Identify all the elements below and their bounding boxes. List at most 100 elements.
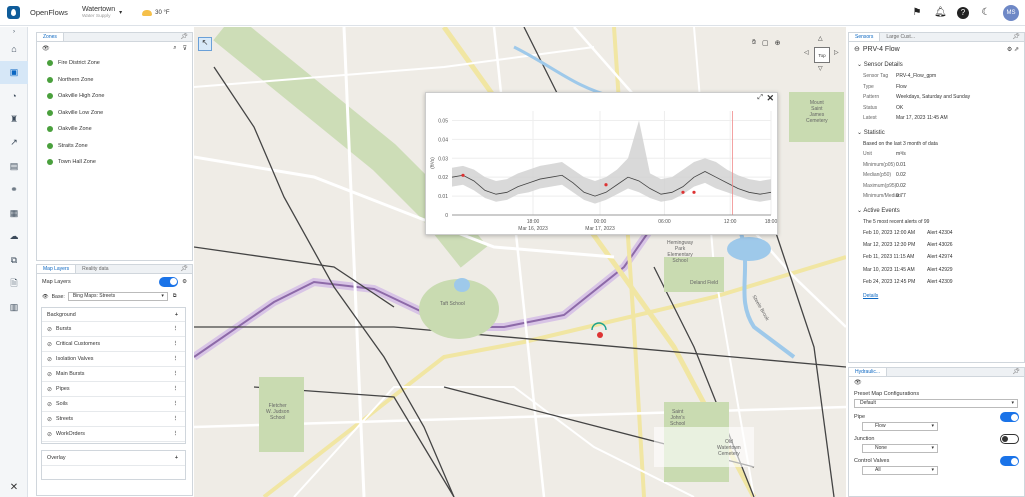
event-row[interactable]: Mar 12, 2023 12:30 PM Alert 43026 <box>849 239 1024 251</box>
tab-zones[interactable]: Zones <box>37 33 64 41</box>
back-icon[interactable]: ⊖ <box>854 45 860 53</box>
layer-visibility-icon[interactable]: ⊘ <box>47 416 52 423</box>
layer-row[interactable]: ⊘ Main Bursts ⋮ <box>42 367 185 382</box>
view-cube-top[interactable]: Top <box>814 47 830 63</box>
pin-icon[interactable]: 📌︎ <box>180 265 188 272</box>
view-up-icon[interactable]: △ <box>818 35 823 42</box>
layer-row[interactable]: ⊘ Bursts ⋮ <box>42 322 185 337</box>
map-icon[interactable]: ▣ <box>0 60 28 84</box>
flag-icon[interactable]: ⚑ <box>911 7 923 19</box>
help-icon[interactable]: ? <box>957 7 969 19</box>
hand-icon[interactable]: ✋︎ <box>752 39 756 47</box>
zone-item[interactable]: Town Hall Zone <box>37 154 192 171</box>
gauge-icon[interactable]: ◔ <box>0 84 28 108</box>
gear-icon[interactable]: ⚙ <box>182 279 187 285</box>
config-toggle[interactable] <box>1000 412 1019 422</box>
event-row[interactable]: Feb 24, 2023 12:45 PM Alert 42309 <box>849 276 1024 288</box>
alert-point[interactable] <box>604 183 608 187</box>
hydrant-icon[interactable]: ♜ <box>0 108 28 132</box>
config-select[interactable]: None <box>862 444 938 453</box>
eye-icon[interactable]: 👁︎ <box>42 294 49 300</box>
preset-select[interactable]: Default <box>854 399 1018 408</box>
base-select[interactable]: Bing Maps: Streets <box>67 292 168 301</box>
moon-icon[interactable]: ☾ <box>980 7 992 19</box>
zone-item[interactable]: Straits Zone <box>37 138 192 155</box>
visibility-icon[interactable]: 👁︎ <box>42 45 50 52</box>
zone-item[interactable]: Oakville Zone <box>37 121 192 138</box>
add-icon[interactable]: + <box>175 312 178 318</box>
trend-icon[interactable]: ↗ <box>0 131 28 155</box>
expand-icon[interactable]: ⤢ <box>757 94 763 102</box>
layer-visibility-icon[interactable]: ⊘ <box>47 341 52 348</box>
alert-point[interactable] <box>692 190 696 194</box>
layer-row[interactable]: ⊘ Soils ⋮ <box>42 397 185 412</box>
layer-row[interactable]: ⊘ Streets ⋮ <box>42 412 185 427</box>
layer-row[interactable]: ⊘ Isolation Valves ⋮ <box>42 352 185 367</box>
tools-icon[interactable]: ✕ <box>0 482 28 493</box>
zone-item[interactable]: Oakville Low Zone <box>37 105 192 122</box>
layer-row[interactable]: ⊘ WorkOrders ⋮ <box>42 427 185 442</box>
tab-sensors[interactable]: Sensors <box>849 33 881 41</box>
more-icon[interactable]: ⋮ <box>173 386 178 392</box>
more-icon[interactable]: ⋮ <box>173 341 178 347</box>
more-icon[interactable]: ⋮ <box>173 416 178 422</box>
layer-row[interactable]: ⊘ Critical Customers ⋮ <box>42 337 185 352</box>
view-down-icon[interactable]: ▽ <box>818 65 823 72</box>
network-icon[interactable]: ⚭ <box>0 178 28 202</box>
close-icon[interactable]: ✕ <box>766 93 774 104</box>
view-right-icon[interactable]: ▷ <box>834 49 839 56</box>
grid-icon[interactable]: ▦ <box>0 202 28 226</box>
event-row[interactable]: Feb 11, 2023 11:15 AM Alert 42974 <box>849 251 1024 263</box>
event-row[interactable]: Mar 10, 2023 11:45 AM Alert 42929 <box>849 264 1024 276</box>
more-icon[interactable]: ⋮ <box>173 326 178 332</box>
view-cube[interactable]: Top △ ▽ ◁ ▷ <box>802 35 842 79</box>
avatar[interactable]: MS <box>1003 5 1019 21</box>
pin-icon[interactable]: 📌︎ <box>1012 368 1020 375</box>
more-icon[interactable]: ⋮ <box>173 431 178 437</box>
view-left-icon[interactable]: ◁ <box>804 49 809 56</box>
pin-icon[interactable]: 📌︎ <box>1012 33 1020 40</box>
tab-map-layers[interactable]: Map Layers <box>37 265 77 273</box>
tab-hydraulic[interactable]: Hydraulic... <box>849 368 888 376</box>
zone-item[interactable]: Fire District Zone <box>37 55 192 72</box>
config-select[interactable]: All <box>862 466 938 475</box>
scenario-icon[interactable]: ⧉ <box>0 249 28 273</box>
more-icon[interactable]: ⋮ <box>173 401 178 407</box>
alert-doc-icon[interactable]: 🗎︎ <box>0 272 28 296</box>
tab-large-customers[interactable]: Large Cust... <box>880 33 921 41</box>
details-heading[interactable]: ⌄ Sensor Details <box>849 59 1024 71</box>
search-icon[interactable]: ⌕ <box>173 45 176 52</box>
layer-visibility-icon[interactable]: ⊘ <box>47 401 52 408</box>
details-link[interactable]: Details <box>849 291 1024 302</box>
bell-icon[interactable]: 🔔︎ <box>934 7 947 19</box>
filter-icon[interactable]: ⊽ <box>183 45 187 52</box>
add-overlay-icon[interactable]: + <box>175 455 178 461</box>
more-icon[interactable]: ⋮ <box>173 356 178 362</box>
alert-point[interactable] <box>681 190 685 194</box>
expand-nav-icon[interactable]: › <box>0 27 28 37</box>
zone-item[interactable]: Northern Zone <box>37 72 192 89</box>
layer-visibility-icon[interactable]: ⊘ <box>47 356 52 363</box>
statistic-heading[interactable]: ⌄ Statistic <box>849 127 1024 139</box>
event-row[interactable]: Feb 10, 2023 12:00 AM Alert 42304 <box>849 227 1024 239</box>
square-select-icon[interactable]: ▢ <box>762 39 769 47</box>
home-icon[interactable]: ⌂ <box>0 37 28 61</box>
layer-visibility-icon[interactable]: ⊘ <box>47 386 52 393</box>
events-heading[interactable]: ⌄ Active Events <box>849 205 1024 217</box>
layer-visibility-icon[interactable]: ⊘ <box>47 371 52 378</box>
pin-icon[interactable]: 📌︎ <box>180 33 188 40</box>
config-toggle[interactable] <box>1000 456 1019 466</box>
config-toggle[interactable] <box>1000 434 1019 444</box>
cloud-icon[interactable]: ☁ <box>0 225 28 249</box>
chevron-down-icon[interactable]: ▾ <box>119 9 122 16</box>
layer-visibility-icon[interactable]: ⊘ <box>47 431 52 438</box>
app-logo-icon[interactable] <box>7 6 20 19</box>
building-icon[interactable]: ▥ <box>0 296 28 320</box>
layers-icon[interactable]: ⧉ <box>173 293 177 300</box>
select-tool-icon[interactable]: ↖ <box>198 37 212 51</box>
visibility-icon[interactable]: 👁︎ <box>849 377 1024 389</box>
more-icon[interactable]: ⋮ <box>173 371 178 377</box>
alert-point[interactable] <box>461 173 465 177</box>
sensor-tools-icon[interactable]: ⚙ ⇗ <box>1007 46 1019 53</box>
layer-visibility-icon[interactable]: ⊘ <box>47 326 52 333</box>
